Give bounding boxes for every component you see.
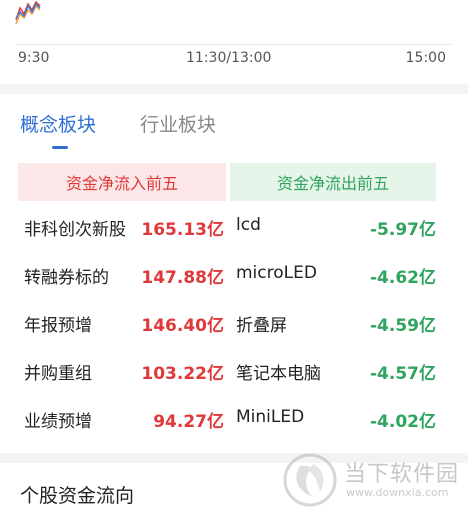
inflow-value: 146.40亿: [141, 316, 224, 336]
chart-baseline: [16, 44, 452, 45]
time-start-label: 9:30: [18, 50, 50, 66]
flow-ranking-list: 非科创次新股 165.13亿 lcd -5.97亿 转融券标的 147.88亿 …: [0, 203, 468, 443]
inflow-sector-name[interactable]: 年报预增: [24, 311, 92, 336]
outflow-value: -4.62亿: [370, 268, 436, 288]
inflow-sector-name[interactable]: 并购重组: [24, 359, 92, 384]
inflow-sector-name[interactable]: 转融券标的: [24, 263, 109, 288]
time-axis: 9:30 11:30/13:00 15:00: [0, 46, 468, 70]
watermark-logo-icon: [283, 453, 337, 507]
outflow-sector-name[interactable]: 笔记本电脑: [236, 359, 321, 384]
inflow-value: 165.13亿: [141, 220, 224, 240]
inflow-top5-header: 资金净流入前五: [18, 163, 226, 201]
section-divider: [0, 84, 468, 94]
time-end-label: 15:00: [405, 50, 446, 66]
watermark: 当下软件园 www.downxia.com: [282, 452, 462, 514]
flow-row: 非科创次新股 165.13亿 lcd -5.97亿: [0, 203, 468, 251]
intraday-chart-lines: [15, 0, 41, 25]
outflow-sector-name[interactable]: 折叠屏: [236, 311, 287, 336]
outflow-sector-name[interactable]: MiniLED: [236, 407, 304, 427]
outflow-sector-name[interactable]: microLED: [236, 263, 317, 283]
outflow-value: -4.59亿: [370, 316, 436, 336]
outflow-value: -5.97亿: [370, 220, 436, 240]
inflow-value: 147.88亿: [141, 268, 224, 288]
outflow-value: -4.57亿: [370, 364, 436, 384]
watermark-brand: 当下软件园: [344, 462, 460, 487]
sector-tabs: 概念板块 行业板块: [0, 94, 468, 154]
flow-row: 年报预增 146.40亿 折叠屏 -4.59亿: [0, 299, 468, 347]
tab-concept-sector[interactable]: 概念板块: [20, 110, 96, 137]
flow-row: 并购重组 103.22亿 笔记本电脑 -4.57亿: [0, 347, 468, 395]
stock-fund-flow-title: 个股资金流向: [20, 485, 135, 507]
intraday-chart: [0, 0, 468, 46]
inflow-value: 103.22亿: [141, 364, 224, 384]
outflow-top5-header: 资金净流出前五: [230, 163, 436, 201]
flow-row: 转融券标的 147.88亿 microLED -4.62亿: [0, 251, 468, 299]
outflow-value: -4.02亿: [370, 412, 436, 432]
inflow-sector-name[interactable]: 业绩预增: [24, 407, 92, 432]
inflow-value: 94.27亿: [153, 412, 224, 432]
time-mid-label: 11:30/13:00: [186, 50, 272, 66]
outflow-sector-name[interactable]: lcd: [236, 215, 261, 235]
tab-industry-sector[interactable]: 行业板块: [140, 110, 216, 137]
watermark-url: www.downxia.com: [346, 486, 449, 499]
flow-row: 业绩预增 94.27亿 MiniLED -4.02亿: [0, 395, 468, 443]
active-tab-indicator: [52, 146, 68, 149]
inflow-sector-name[interactable]: 非科创次新股: [24, 215, 126, 240]
